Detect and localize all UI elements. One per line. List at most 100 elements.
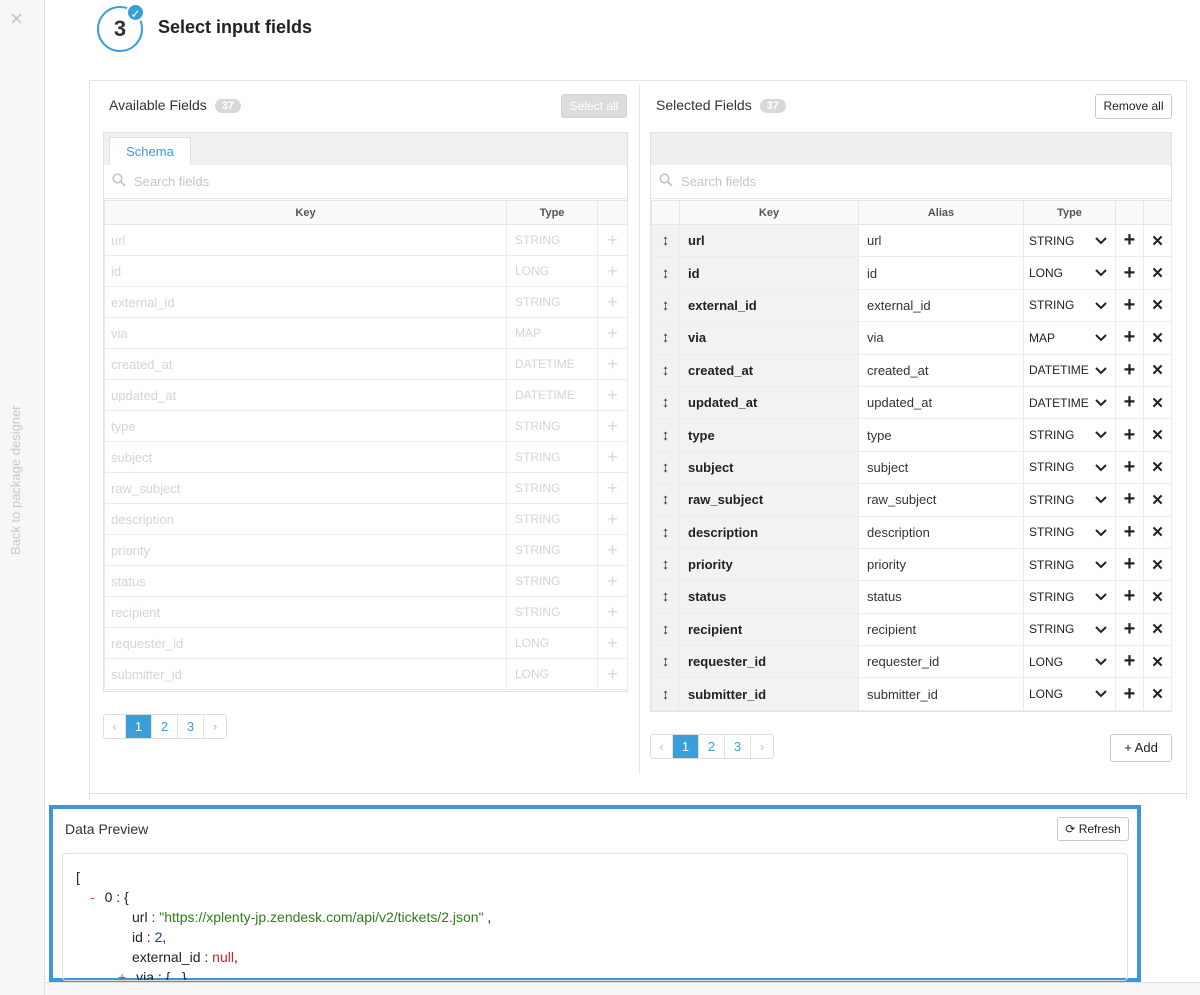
alias-input[interactable]: status <box>858 580 1024 614</box>
page-2-button[interactable]: 2 <box>699 735 725 758</box>
alias-input[interactable]: submitter_id <box>858 677 1024 711</box>
type-select[interactable]: STRING <box>1023 450 1116 485</box>
type-select[interactable]: STRING <box>1023 547 1116 582</box>
add-field-icon[interactable]: + <box>597 317 628 349</box>
drag-handle-icon[interactable]: ↕ <box>651 353 680 387</box>
drag-handle-icon[interactable]: ↕ <box>651 612 680 647</box>
add-field-icon[interactable]: + <box>597 379 628 411</box>
alias-input[interactable]: id <box>858 256 1024 290</box>
remove-icon[interactable]: ✕ <box>1143 677 1172 711</box>
tab-schema[interactable]: Schema <box>109 137 191 165</box>
type-select[interactable]: STRING <box>1023 223 1116 258</box>
alias-input[interactable]: created_at <box>858 353 1024 387</box>
type-select[interactable]: STRING <box>1023 515 1116 549</box>
add-field-icon[interactable]: + <box>597 286 628 318</box>
next-page-button[interactable]: › <box>204 715 226 738</box>
type-select[interactable]: DATETIME <box>1023 385 1116 420</box>
alias-input[interactable]: subject <box>858 450 1024 485</box>
remove-icon[interactable]: ✕ <box>1143 353 1172 387</box>
back-to-package-designer-link[interactable]: Back to package designer <box>8 375 23 555</box>
remove-icon[interactable]: ✕ <box>1143 256 1172 290</box>
drag-handle-icon[interactable]: ↕ <box>651 515 680 549</box>
next-page-button[interactable]: › <box>751 735 773 758</box>
close-icon[interactable]: × <box>10 8 23 30</box>
page-1-button[interactable]: 1 <box>673 735 699 758</box>
add-field-icon[interactable]: + <box>597 255 628 287</box>
remove-icon[interactable]: ✕ <box>1143 288 1172 323</box>
search-input[interactable]: Search fields <box>134 174 209 189</box>
remove-icon[interactable]: ✕ <box>1143 645 1172 679</box>
remove-icon[interactable]: ✕ <box>1143 483 1172 517</box>
drag-handle-icon[interactable]: ↕ <box>651 547 680 582</box>
alias-input[interactable]: description <box>858 515 1024 549</box>
type-select[interactable]: STRING <box>1023 418 1116 452</box>
prev-page-button[interactable]: ‹ <box>651 735 673 758</box>
available-search[interactable]: Search fields <box>104 165 627 199</box>
add-icon[interactable]: + <box>1115 321 1144 355</box>
add-field-icon[interactable]: + <box>597 503 628 535</box>
add-icon[interactable]: + <box>1115 353 1144 387</box>
alias-input[interactable]: recipient <box>858 612 1024 647</box>
alias-input[interactable]: requester_id <box>858 645 1024 679</box>
type-select[interactable]: LONG <box>1023 645 1116 679</box>
add-icon[interactable]: + <box>1115 515 1144 549</box>
type-select[interactable]: DATETIME <box>1023 353 1116 387</box>
alias-input[interactable]: via <box>858 321 1024 355</box>
type-select[interactable]: LONG <box>1023 677 1116 711</box>
type-select[interactable]: STRING <box>1023 288 1116 323</box>
add-icon[interactable]: + <box>1115 612 1144 647</box>
remove-icon[interactable]: ✕ <box>1143 612 1172 647</box>
alias-input[interactable]: external_id <box>858 288 1024 323</box>
refresh-button[interactable]: ⟳ Refresh <box>1057 817 1129 841</box>
add-field-button[interactable]: + Add <box>1110 734 1172 762</box>
add-field-icon[interactable]: + <box>597 472 628 504</box>
select-all-button[interactable]: Select all <box>561 94 627 118</box>
search-input[interactable]: Search fields <box>681 174 756 189</box>
add-field-icon[interactable]: + <box>597 658 628 690</box>
drag-handle-icon[interactable]: ↕ <box>651 385 680 420</box>
add-icon[interactable]: + <box>1115 288 1144 323</box>
selected-search[interactable]: Search fields <box>651 165 1171 199</box>
remove-icon[interactable]: ✕ <box>1143 450 1172 485</box>
expand-toggle[interactable]: + <box>118 969 126 980</box>
add-icon[interactable]: + <box>1115 677 1144 711</box>
add-field-icon[interactable]: + <box>597 441 628 473</box>
drag-handle-icon[interactable]: ↕ <box>651 321 680 355</box>
type-select[interactable]: MAP <box>1023 321 1116 355</box>
add-icon[interactable]: + <box>1115 483 1144 517</box>
remove-icon[interactable]: ✕ <box>1143 418 1172 452</box>
add-icon[interactable]: + <box>1115 450 1144 485</box>
drag-handle-icon[interactable]: ↕ <box>651 677 680 711</box>
add-icon[interactable]: + <box>1115 645 1144 679</box>
alias-input[interactable]: priority <box>858 547 1024 582</box>
add-icon[interactable]: + <box>1115 580 1144 614</box>
drag-handle-icon[interactable]: ↕ <box>651 223 680 258</box>
add-field-icon[interactable]: + <box>597 410 628 442</box>
remove-icon[interactable]: ✕ <box>1143 321 1172 355</box>
drag-handle-icon[interactable]: ↕ <box>651 645 680 679</box>
add-icon[interactable]: + <box>1115 547 1144 582</box>
drag-handle-icon[interactable]: ↕ <box>651 450 680 485</box>
add-field-icon[interactable]: + <box>597 596 628 628</box>
add-field-icon[interactable]: + <box>597 348 628 380</box>
page-1-button[interactable]: 1 <box>126 715 152 738</box>
add-icon[interactable]: + <box>1115 256 1144 290</box>
alias-input[interactable]: type <box>858 418 1024 452</box>
type-select[interactable]: STRING <box>1023 612 1116 647</box>
remove-icon[interactable]: ✕ <box>1143 223 1172 258</box>
remove-all-button[interactable]: Remove all <box>1095 94 1172 119</box>
remove-icon[interactable]: ✕ <box>1143 580 1172 614</box>
page-2-button[interactable]: 2 <box>152 715 178 738</box>
type-select[interactable]: STRING <box>1023 483 1116 517</box>
type-select[interactable]: LONG <box>1023 256 1116 290</box>
drag-handle-icon[interactable]: ↕ <box>651 580 680 614</box>
drag-handle-icon[interactable]: ↕ <box>651 256 680 290</box>
page-3-button[interactable]: 3 <box>178 715 204 738</box>
add-icon[interactable]: + <box>1115 223 1144 258</box>
collapse-toggle[interactable]: - <box>90 889 95 905</box>
alias-input[interactable]: updated_at <box>858 385 1024 420</box>
add-field-icon[interactable]: + <box>597 534 628 566</box>
drag-handle-icon[interactable]: ↕ <box>651 288 680 323</box>
remove-icon[interactable]: ✕ <box>1143 547 1172 582</box>
add-field-icon[interactable]: + <box>597 627 628 659</box>
